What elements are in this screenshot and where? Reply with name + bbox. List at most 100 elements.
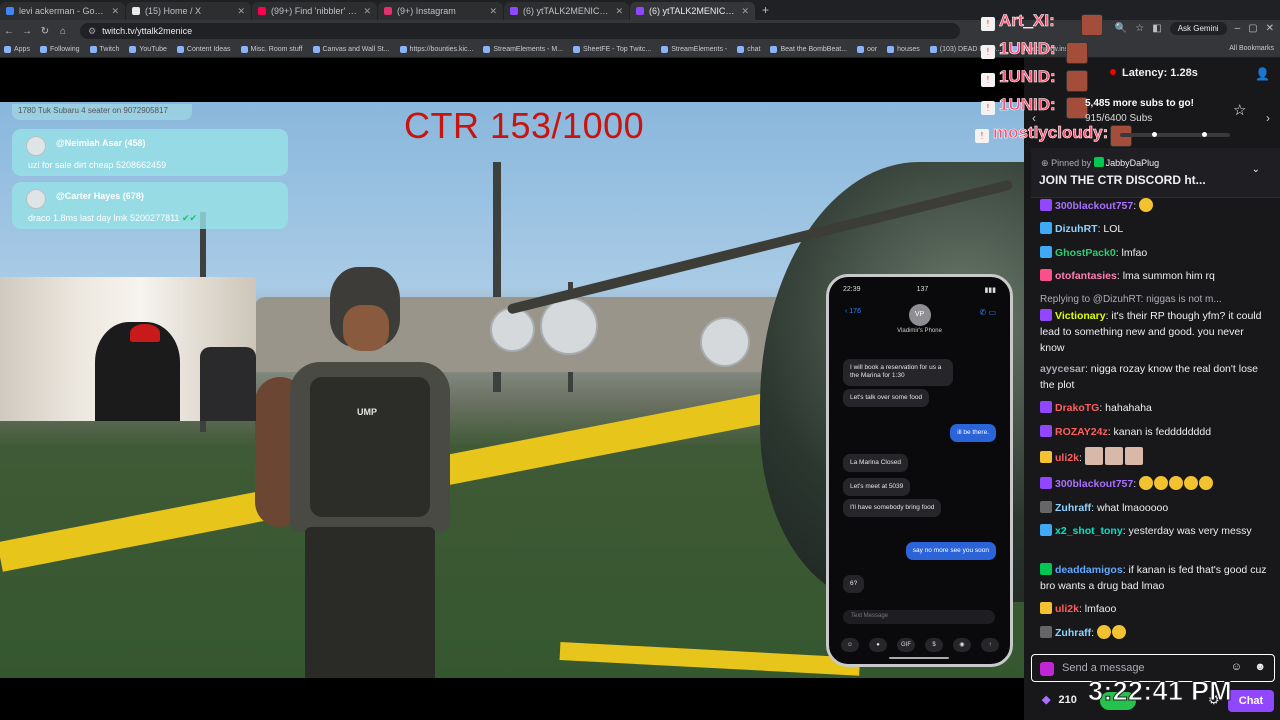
chat-username[interactable]: Victionary — [1055, 310, 1106, 322]
new-tab-button[interactable]: + — [756, 3, 775, 20]
bookmark-item[interactable]: StreamElements - M... — [483, 46, 563, 53]
close-icon[interactable]: ✕ — [489, 6, 497, 17]
forward-icon[interactable]: → — [18, 26, 36, 37]
window-close-icon[interactable]: ✕ — [1266, 23, 1274, 34]
chat-username[interactable]: ROZAY24z — [1055, 426, 1108, 438]
phone-call-icon[interactable]: ✆ ▭ — [980, 308, 996, 317]
bookmark-item[interactable]: YouTube — [129, 46, 167, 53]
site-info-icon[interactable]: ⚙ — [88, 26, 96, 37]
chat-message[interactable]: GhostPack0: lmfao — [1040, 245, 1270, 261]
emote-icon[interactable]: ☻ — [1254, 661, 1266, 673]
tab-tiktok[interactable]: (99+) Find 'nibbler' on TikTok ✕ — [252, 2, 377, 20]
chat-username[interactable]: Zuhraff — [1055, 502, 1091, 514]
chat-username[interactable]: uli2k — [1055, 603, 1079, 615]
tab-twitch-1[interactable]: (6) ytTALK2MENICE - Twitch ✕ — [504, 2, 629, 20]
chevron-right-icon[interactable]: › — [1266, 111, 1270, 125]
chat-message[interactable]: Zuhraff: — [1040, 625, 1270, 641]
close-icon[interactable]: ✕ — [741, 6, 749, 17]
phone-action-button[interactable]: ◉ — [953, 638, 971, 652]
address-bar[interactable]: ⚙ twitch.tv/yttalk2menice — [80, 23, 960, 39]
phone-message-input[interactable]: Text Message — [843, 610, 995, 624]
tab-instagram[interactable]: (9+) Instagram ✕ — [378, 2, 503, 20]
emote-picker-icon[interactable]: ☺ — [1231, 661, 1242, 673]
close-icon[interactable]: ✕ — [237, 6, 245, 17]
phone-action-button[interactable]: $ — [925, 638, 943, 652]
phone-action-button[interactable]: ↑ — [981, 638, 999, 652]
close-icon[interactable]: ✕ — [363, 6, 371, 17]
bookmark-item[interactable]: Following — [39, 46, 80, 53]
channel-points[interactable]: ◆ 210 — [1042, 693, 1077, 706]
bookmark-star-icon[interactable]: ☆ — [1135, 23, 1144, 34]
home-icon[interactable]: ⌂ — [54, 26, 72, 37]
minimize-icon[interactable]: – — [1235, 23, 1241, 34]
bookmark-item[interactable]: Content Ideas — [176, 46, 231, 53]
chevron-down-icon[interactable]: ⌄ — [1252, 164, 1260, 175]
chat-username[interactable]: 300blackout757 — [1055, 478, 1133, 490]
chat-username[interactable]: 300blackout757 — [1055, 200, 1133, 212]
chat-message[interactable]: DizuhRT: LOL — [1040, 221, 1270, 237]
video-player[interactable]: UMP CTR 153/1000 1780 Tuk Subaru 4 seate… — [0, 58, 1024, 678]
phone-contact-header: ‹ 176 VP Vladimir's Phone ✆ ▭ — [829, 304, 1010, 334]
pinned-message[interactable]: ⊕ Pinned by JabbyDaPlug JOIN THE CTR DIS… — [1031, 148, 1280, 198]
chat-username[interactable]: ayycesar — [1040, 363, 1085, 375]
extensions-icon[interactable]: ◧ — [1152, 23, 1161, 34]
bookmark-item[interactable]: Beat the BombBeat... — [770, 46, 847, 53]
tab-google[interactable]: levi ackerman - Google Search ✕ — [0, 2, 125, 20]
chat-username[interactable]: DrakoTG — [1055, 402, 1099, 414]
overlay-username: ! 1UNID: — [981, 95, 1056, 115]
bookmark-item[interactable]: Twitch — [89, 46, 119, 53]
maximize-icon[interactable]: ▢ — [1248, 23, 1257, 34]
chat-message[interactable]: x2_shot_tony: yesterday was very messy — [1040, 523, 1270, 539]
chat-message[interactable]: ayycesar: nigga rozay know the real don'… — [1040, 361, 1270, 393]
bookmark-item[interactable]: SheetFE - Top Twitc... — [573, 46, 651, 53]
phone-action-button[interactable]: ☺ — [841, 638, 859, 652]
chat-message[interactable]: DrakoTG: hahahaha — [1040, 400, 1270, 416]
chat-username[interactable]: x2_shot_tony — [1055, 525, 1123, 537]
chat-message[interactable]: otofantasies: lma summon him rq — [1040, 268, 1270, 284]
tab-twitch-2[interactable]: (6) ytTALK2MENICE - Twitch ✕ — [630, 2, 755, 20]
chat-button[interactable]: Chat — [1228, 690, 1274, 712]
bookmark-icon — [129, 46, 137, 53]
tab-x[interactable]: (15) Home / X ✕ — [126, 2, 251, 20]
chat-username[interactable]: uli2k — [1055, 452, 1079, 464]
reload-icon[interactable]: ↻ — [36, 26, 54, 37]
chat-username[interactable]: deaddamigos — [1055, 564, 1123, 576]
community-icon[interactable]: 👤 — [1255, 67, 1270, 81]
close-icon[interactable]: ✕ — [615, 6, 623, 17]
all-bookmarks[interactable]: All Bookmarks — [1229, 45, 1274, 52]
vest-label: UMP — [357, 407, 377, 417]
bookmark-item[interactable]: chat — [737, 46, 760, 53]
chat-username[interactable]: Zuhraff — [1055, 627, 1091, 639]
chat-message[interactable]: Replying to @DizuhRT: niggas is not m...… — [1040, 292, 1270, 356]
bookmark-item[interactable]: https://bounties.kic... — [399, 46, 473, 53]
bookmark-icon — [770, 46, 778, 53]
phone-action-button[interactable]: GIF — [897, 638, 915, 652]
zoom-icon[interactable]: 🔍 — [1115, 23, 1127, 34]
chevron-left-icon[interactable]: ‹ — [1032, 111, 1036, 125]
bookmark-item[interactable]: Apps — [4, 46, 30, 53]
chat-message[interactable]: uli2k: lmfaoo — [1040, 601, 1270, 617]
ask-gemini-button[interactable]: Ask Gemini — [1169, 22, 1227, 35]
close-icon[interactable]: ✕ — [111, 6, 119, 17]
phone-action-button[interactable]: ● — [869, 638, 887, 652]
chat-message[interactable]: deaddamigos: if kanan is fed that's good… — [1040, 562, 1270, 594]
chat-message[interactable]: 300blackout757: — [1040, 476, 1270, 492]
bookmarks-bar: Apps Following Twitch YouTube Content Ideas M… — [0, 42, 1280, 58]
chat-message[interactable]: ROZAY24z: kanan is fedddddddd — [1040, 424, 1270, 440]
chat-username[interactable]: DizuhRT — [1055, 223, 1098, 235]
star-icon[interactable]: ☆ — [1233, 101, 1246, 119]
chat-username[interactable]: GhostPack0 — [1055, 247, 1116, 259]
chat-username[interactable]: otofantasies — [1055, 270, 1117, 282]
chat-message[interactable]: Zuhraff: what lmaooooo — [1040, 500, 1270, 516]
phone-back-button[interactable]: ‹ 176 — [845, 308, 861, 315]
chat-message[interactable]: 300blackout757: — [1040, 198, 1270, 214]
bookmark-item[interactable]: Misc. Room stuff — [240, 46, 303, 53]
bookmark-item[interactable]: Canvas and Wall St... — [312, 46, 390, 53]
back-icon[interactable]: ← — [0, 26, 18, 37]
bookmark-item[interactable]: oor — [857, 46, 877, 53]
chat-identity-icon[interactable] — [1040, 662, 1054, 676]
chat-message[interactable]: uli2k: — [1040, 447, 1270, 466]
bookmark-item[interactable]: houses — [887, 46, 920, 53]
bookmark-icon — [240, 46, 248, 53]
bookmark-item[interactable]: StreamElements - — [661, 46, 727, 53]
